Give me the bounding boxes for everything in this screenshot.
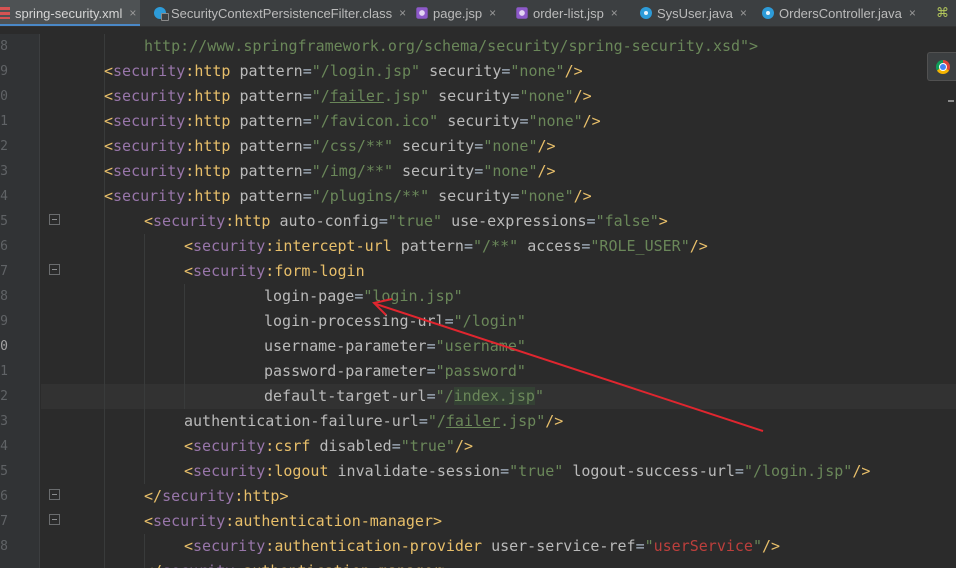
annotation-arrow: [372, 298, 764, 432]
scrollbar-marker: [948, 100, 954, 102]
chrome-icon: [936, 60, 950, 74]
arrow-shaft: [375, 303, 764, 432]
open-in-chrome-button[interactable]: [927, 52, 956, 81]
